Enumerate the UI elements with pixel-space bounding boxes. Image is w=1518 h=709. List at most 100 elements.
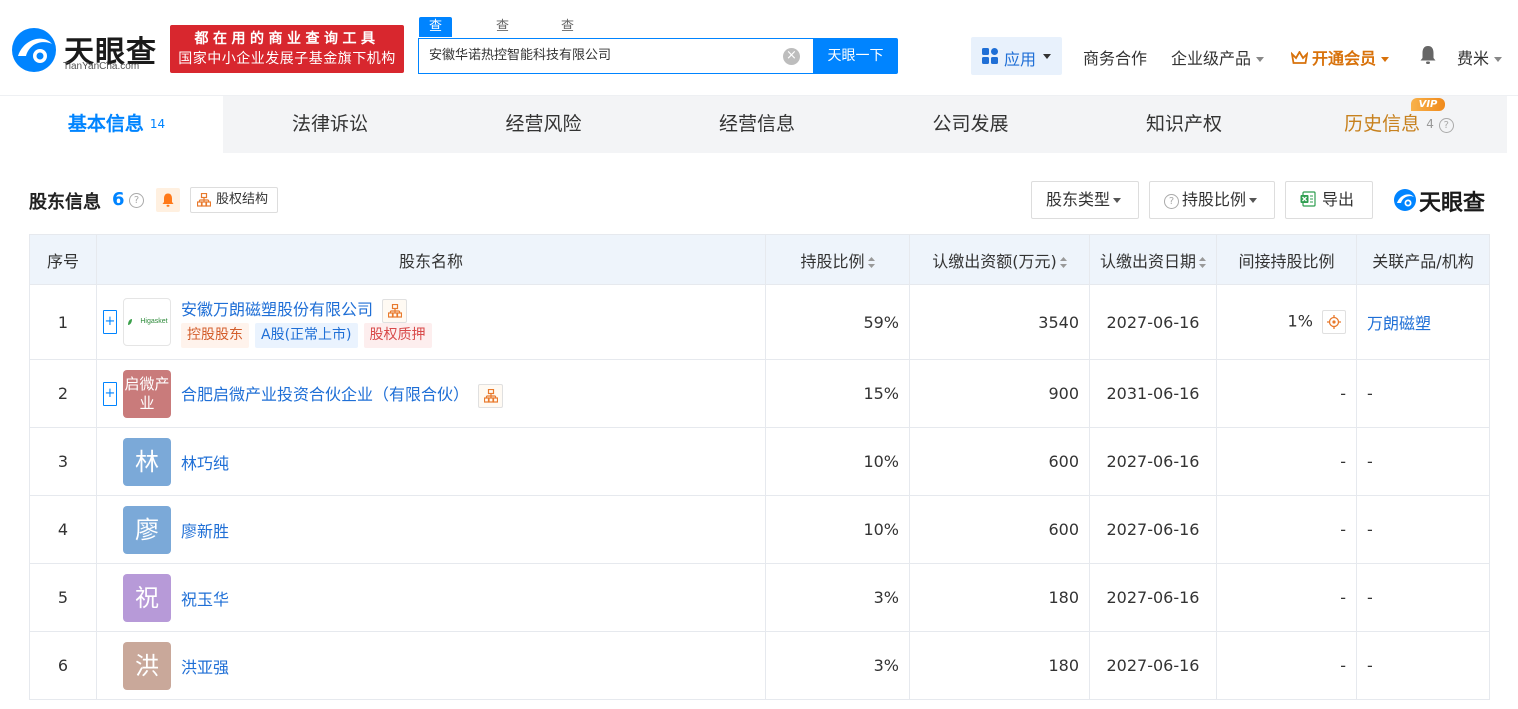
- row-index: 5: [29, 563, 97, 632]
- col-header-indirect: 间接持股比例: [1216, 234, 1357, 285]
- tab-basic-info-label: 基本信息: [67, 113, 144, 135]
- shareholder-name: 合肥启微产业投资合伙企业（有限合伙）: [181, 385, 470, 404]
- org-chart-button[interactable]: [478, 383, 504, 408]
- shareholder-name-link[interactable]: 安徽万朗磁塑股份有限公司: [181, 296, 408, 323]
- search-tab-relation[interactable]: 查关系: [561, 17, 574, 74]
- chevron-down-icon: [1249, 198, 1258, 203]
- holding-ratio: 10%: [765, 495, 910, 564]
- nav-enterprise-products[interactable]: 企业级产品: [1171, 45, 1265, 69]
- search-input[interactable]: 安徽华诺热控智能科技有限公司 ×: [418, 38, 814, 74]
- table-row: 2 + 启微产业 合肥启微产业投资合伙企业（有限合伙） 15% 900 2031…: [29, 359, 1490, 428]
- search-tab-boss[interactable]: 查老板: [496, 17, 509, 74]
- shareholder-name-link[interactable]: 合肥启微产业投资合伙企业（有限合伙）: [181, 381, 504, 408]
- shareholder-name-link[interactable]: 林巧纯: [181, 450, 229, 474]
- help-icon[interactable]: ?: [1438, 118, 1454, 133]
- subscribed-amount: 3540: [909, 284, 1090, 360]
- crown-icon: [1291, 51, 1308, 64]
- apps-grid-icon: [982, 48, 998, 64]
- search-input-value[interactable]: 安徽华诺热控智能科技有限公司: [429, 39, 611, 73]
- tag-listed[interactable]: A股(正常上市): [255, 323, 358, 348]
- subscribed-amount: 900: [909, 359, 1090, 428]
- person-avatar[interactable]: 洪: [123, 641, 171, 690]
- org-chart-icon: [388, 303, 403, 318]
- holding-ratio: 15%: [765, 359, 910, 428]
- person-avatar[interactable]: 林: [123, 437, 171, 486]
- search-tab-company[interactable]: 查公司: [419, 17, 453, 74]
- tab-basic-info[interactable]: 基本信息 14: [10, 96, 223, 153]
- equity-structure-button[interactable]: 股权结构: [190, 187, 278, 213]
- indirect-ratio: -: [1216, 631, 1357, 700]
- logo-domain: TianYanCha.com: [63, 61, 140, 72]
- tab-ip[interactable]: 知识产权: [1077, 96, 1291, 153]
- holding-ratio: 10%: [765, 427, 910, 496]
- related-product: -: [1356, 563, 1490, 632]
- person-avatar[interactable]: 祝: [123, 573, 171, 622]
- clear-icon[interactable]: ×: [783, 48, 800, 65]
- nav-apps-label: 应用: [1004, 50, 1037, 69]
- penetration-button[interactable]: [1322, 310, 1346, 334]
- org-chart-button[interactable]: [382, 298, 408, 323]
- filter-holding-ratio-label: 持股比例: [1182, 190, 1247, 209]
- shareholder-name: 安徽万朗磁塑股份有限公司: [181, 300, 374, 319]
- section-title: 股东信息: [29, 192, 101, 213]
- monitor-bell-button[interactable]: [156, 188, 180, 212]
- notification-bell-icon[interactable]: [1419, 45, 1437, 65]
- tab-business-risk[interactable]: 经营风险: [437, 96, 650, 153]
- col-header-related: 关联产品/机构: [1356, 234, 1490, 285]
- chevron-down-icon: [1494, 57, 1503, 62]
- tab-development[interactable]: 公司发展: [864, 96, 1077, 153]
- nav-business[interactable]: 商务合作: [1083, 45, 1147, 69]
- sort-icon: [1199, 256, 1206, 268]
- tab-legal[interactable]: 法律诉讼: [223, 96, 437, 153]
- subscribed-amount: 600: [909, 427, 1090, 496]
- col-header-date[interactable]: 认缴出资日期: [1089, 234, 1217, 285]
- shareholder-name-link[interactable]: 廖新胜: [181, 518, 229, 542]
- table-header-row: 序号 股东名称 持股比例 认缴出资额(万元) 认缴出资日期 间接持股比例 关联产…: [29, 234, 1490, 285]
- expand-button[interactable]: +: [103, 310, 117, 334]
- nav-open-vip[interactable]: 开通会员: [1291, 45, 1390, 69]
- subscribed-date: 2027-06-16: [1089, 563, 1217, 632]
- sort-icon: [1059, 256, 1067, 268]
- related-product: -: [1356, 631, 1490, 700]
- indirect-ratio: -: [1216, 563, 1357, 632]
- row-index: 1: [29, 284, 97, 360]
- slogan-line-2: 国家中小企业发展子基金旗下机构: [178, 51, 396, 67]
- shareholder-name-link[interactable]: 祝玉华: [181, 586, 229, 610]
- chevron-down-icon: [1113, 198, 1122, 203]
- tag-pledge[interactable]: 股权质押: [363, 323, 432, 348]
- tab-operation-info[interactable]: 经营信息: [650, 96, 864, 153]
- nav-apps-menu[interactable]: 应用: [971, 37, 1062, 75]
- col-header-amount[interactable]: 认缴出资额(万元): [909, 234, 1090, 285]
- subscribed-date: 2027-06-16: [1089, 284, 1217, 360]
- subscribed-date: 2027-06-16: [1089, 427, 1217, 496]
- shareholder-name-link[interactable]: 洪亚强: [181, 654, 229, 678]
- row-index: 3: [29, 427, 97, 496]
- search-button[interactable]: 天眼一下: [813, 38, 898, 74]
- subscribed-date: 2027-06-16: [1089, 631, 1217, 700]
- holding-ratio: 3%: [765, 563, 910, 632]
- expand-button[interactable]: +: [103, 381, 117, 406]
- user-menu[interactable]: 费米: [1457, 45, 1503, 69]
- chevron-down-icon: [1256, 57, 1265, 62]
- tab-history[interactable]: 历史信息 4?: [1291, 96, 1507, 153]
- company-text-avatar[interactable]: 启微产业: [123, 369, 171, 418]
- org-chart-icon: [484, 388, 499, 403]
- related-product: -: [1356, 359, 1490, 428]
- subscribed-date: 2031-06-16: [1089, 359, 1217, 428]
- filter-shareholder-type[interactable]: 股东类型: [1031, 181, 1139, 219]
- nav-vip-label: 开通会员: [1312, 49, 1377, 68]
- company-logo-avatar[interactable]: Higasket: [123, 298, 171, 346]
- site-logo[interactable]: 天眼查 TianYanCha.com: [10, 26, 160, 74]
- related-product-link[interactable]: 万朗磁塑: [1367, 314, 1431, 333]
- shareholder-cell: 祝 祝玉华: [96, 563, 766, 632]
- col-header-date-label: 认缴出资日期: [1099, 251, 1196, 271]
- export-button[interactable]: 导出: [1285, 181, 1373, 219]
- indirect-ratio: -: [1216, 427, 1357, 496]
- help-icon: ?: [1164, 194, 1179, 209]
- filter-holding-ratio[interactable]: ? 持股比例: [1149, 181, 1275, 219]
- table-row: 5 祝 祝玉华 3% 180 2027-06-16 - -: [29, 563, 1490, 632]
- col-header-ratio[interactable]: 持股比例: [765, 234, 910, 285]
- bell-icon: [162, 193, 174, 207]
- help-icon[interactable]: ?: [129, 193, 144, 208]
- person-avatar[interactable]: 廖: [123, 505, 171, 554]
